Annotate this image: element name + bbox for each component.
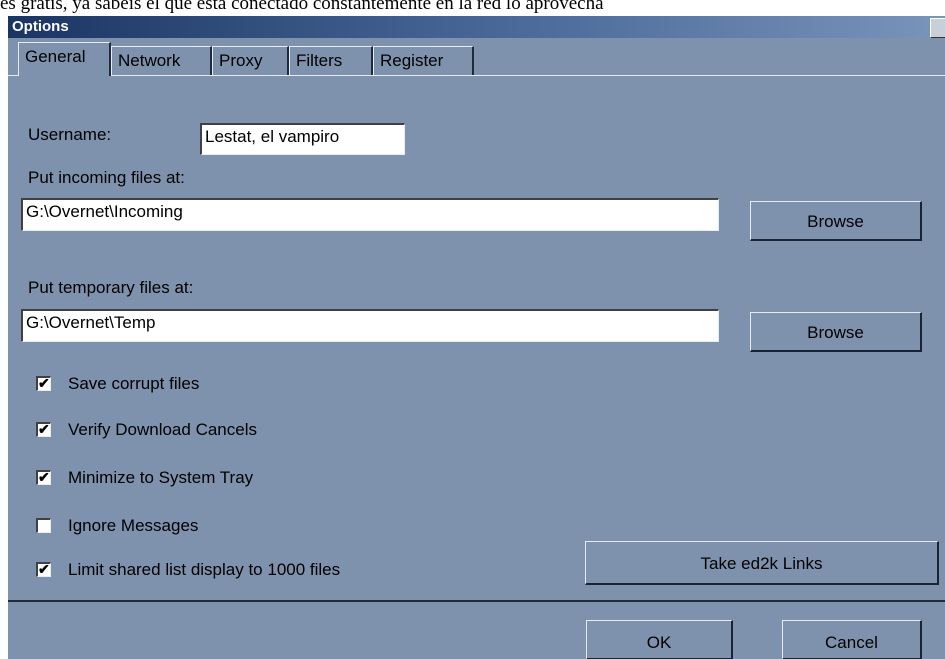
incoming-folder-field[interactable]: G:\Overnet\Incoming bbox=[21, 198, 719, 231]
incoming-folder-value: G:\Overnet\Incoming bbox=[26, 202, 183, 221]
minimize-to-tray-label: Minimize to System Tray bbox=[68, 468, 254, 487]
take-ed2k-links-button[interactable]: Take ed2k Links bbox=[585, 541, 939, 585]
title-bar[interactable]: Options bbox=[8, 16, 945, 38]
tab-register[interactable]: Register bbox=[373, 46, 474, 75]
verify-download-cancels-checkbox[interactable]: ✔ bbox=[36, 421, 51, 437]
minimize-to-tray-checkbox[interactable]: ✔ bbox=[36, 469, 51, 485]
ignore-messages-checkbox[interactable] bbox=[36, 518, 51, 533]
limit-shared-list-label: Limit shared list display to 1000 files bbox=[68, 560, 341, 579]
tab-network[interactable]: Network bbox=[111, 46, 212, 75]
window-title: Options bbox=[12, 18, 69, 35]
background-page-text: es gratis, ya sabéis el que está conecta… bbox=[0, 0, 945, 16]
temp-folder-label: Put temporary files at: bbox=[28, 278, 194, 297]
window-control-button[interactable] bbox=[930, 18, 945, 38]
browse-temp-button[interactable]: Browse bbox=[750, 312, 922, 352]
take-ed2k-links-label: Take ed2k Links bbox=[700, 554, 823, 573]
tab-filters-label: Filters bbox=[296, 51, 343, 70]
checkmark-icon: ✔ bbox=[38, 375, 50, 391]
browse-incoming-button[interactable]: Browse bbox=[750, 201, 922, 241]
options-dialog: Options General Network Proxy Filters Re… bbox=[8, 16, 945, 659]
tab-register-label: Register bbox=[380, 51, 444, 70]
cancel-label: Cancel bbox=[825, 633, 878, 652]
temp-folder-field[interactable]: G:\Overnet\Temp bbox=[21, 309, 719, 342]
save-corrupt-files-checkbox[interactable]: ✔ bbox=[36, 375, 51, 391]
username-field[interactable]: Lestat, el vampiro bbox=[200, 123, 405, 155]
ok-button[interactable]: OK bbox=[586, 620, 733, 659]
limit-shared-list-checkbox[interactable]: ✔ bbox=[36, 561, 51, 577]
cancel-button[interactable]: Cancel bbox=[782, 620, 922, 659]
tab-general[interactable]: General bbox=[18, 42, 111, 76]
temp-folder-value: G:\Overnet\Temp bbox=[26, 313, 156, 332]
tab-filters[interactable]: Filters bbox=[289, 46, 373, 75]
checkmark-icon: ✔ bbox=[38, 421, 50, 437]
save-corrupt-files-label: Save corrupt files bbox=[68, 374, 200, 393]
general-tab-panel: Username: Lestat, el vampiro Put incomin… bbox=[8, 75, 945, 602]
tab-proxy[interactable]: Proxy bbox=[212, 46, 289, 75]
tab-general-label: General bbox=[25, 47, 86, 66]
ok-label: OK bbox=[646, 633, 672, 652]
tab-proxy-label: Proxy bbox=[219, 51, 263, 70]
checkmark-icon: ✔ bbox=[38, 561, 50, 577]
browse-temp-label: Browse bbox=[807, 323, 864, 342]
checkmark-icon: ✔ bbox=[38, 469, 50, 485]
incoming-folder-label: Put incoming files at: bbox=[28, 168, 185, 187]
username-label: Username: bbox=[28, 125, 112, 144]
background-page-text-line: es gratis, ya sabéis el que está conecta… bbox=[0, 0, 604, 14]
ignore-messages-label: Ignore Messages bbox=[68, 516, 199, 535]
verify-download-cancels-label: Verify Download Cancels bbox=[68, 420, 257, 439]
browse-incoming-label: Browse bbox=[807, 212, 864, 231]
username-value: Lestat, el vampiro bbox=[205, 127, 340, 146]
tab-network-label: Network bbox=[118, 51, 181, 70]
